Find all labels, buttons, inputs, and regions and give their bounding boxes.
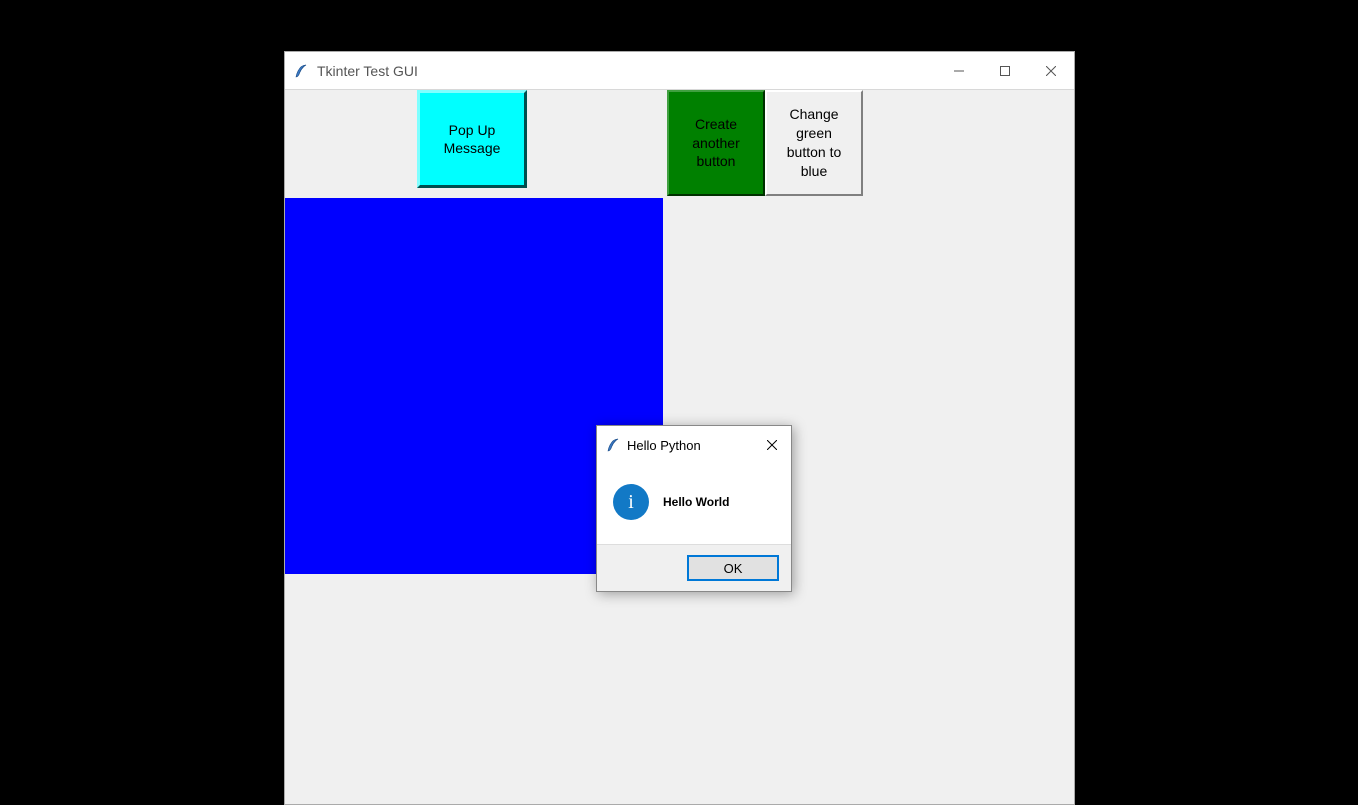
dialog-close-button[interactable] [757, 430, 787, 460]
app-icon [293, 63, 309, 79]
dialog-titlebar: Hello Python [597, 426, 791, 464]
dialog-footer: OK [597, 544, 791, 591]
window-title: Tkinter Test GUI [317, 63, 936, 79]
dialog-app-icon [605, 437, 621, 453]
minimize-button[interactable] [936, 52, 982, 89]
create-another-button[interactable]: Createanotherbutton [667, 90, 765, 196]
dialog-message: Hello World [663, 495, 729, 509]
popup-message-button[interactable]: Pop UpMessage [417, 90, 527, 188]
titlebar: Tkinter Test GUI [285, 52, 1074, 90]
close-button[interactable] [1028, 52, 1074, 89]
change-green-to-blue-button[interactable]: Changegreenbutton toblue [765, 90, 863, 196]
window-controls [936, 52, 1074, 89]
message-dialog: Hello Python i Hello World OK [596, 425, 792, 592]
dialog-ok-button[interactable]: OK [687, 555, 779, 581]
maximize-button[interactable] [982, 52, 1028, 89]
dialog-body: i Hello World [597, 464, 791, 544]
info-icon: i [613, 484, 649, 520]
dialog-title: Hello Python [627, 438, 757, 453]
